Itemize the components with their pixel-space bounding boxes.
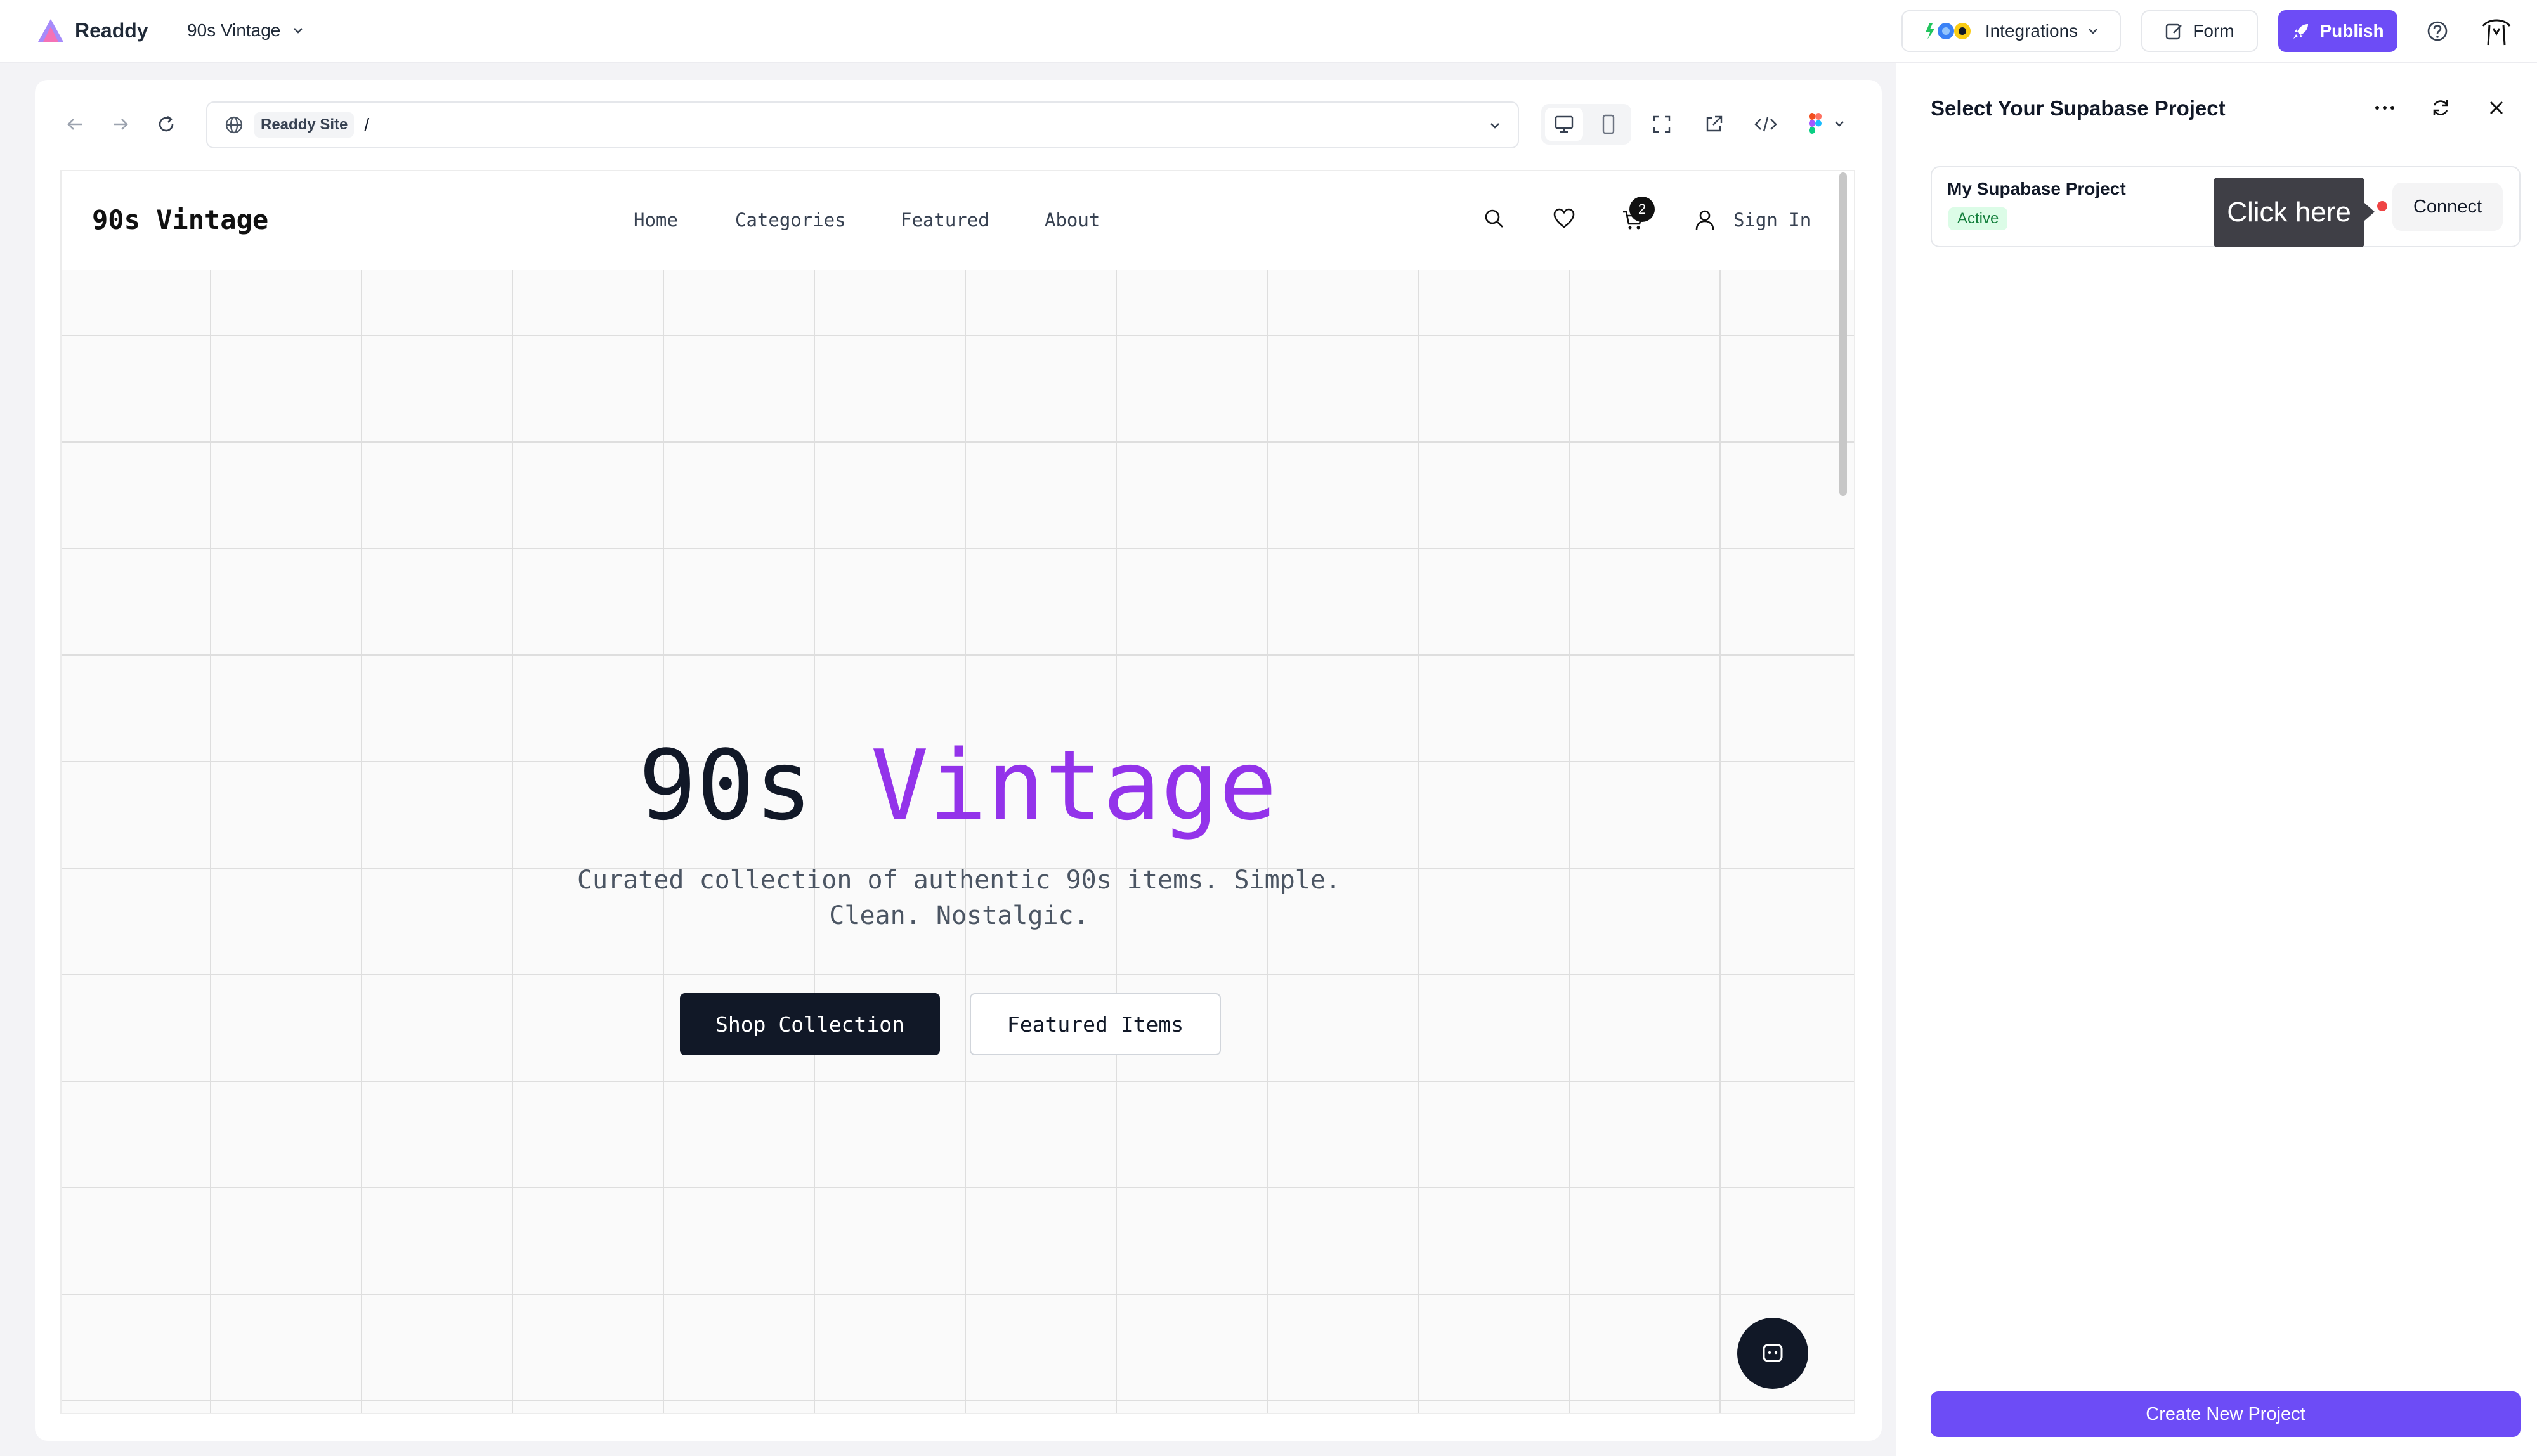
hero-title-main: 90s <box>638 729 813 842</box>
grid-background <box>62 270 1854 1413</box>
device-toggle <box>1541 104 1631 145</box>
project-switcher[interactable]: 90s Vintage <box>187 20 304 41</box>
supabase-panel <box>1896 63 2537 1456</box>
chevron-down-icon <box>294 28 303 34</box>
site-preview: 90s Vintage Home Categories Featured Abo… <box>60 170 1855 1414</box>
chat-button[interactable] <box>1737 1318 1808 1389</box>
create-new-project-button[interactable]: Create New Project <box>1931 1391 2521 1437</box>
more-options-icon[interactable] <box>2371 95 2399 120</box>
sign-in-link[interactable]: Sign In <box>1733 209 1811 231</box>
integrations-button[interactable]: Integrations <box>1901 10 2121 52</box>
connect-button[interactable]: Connect <box>2392 183 2503 231</box>
site-chip: Readdy Site <box>254 112 355 138</box>
nav-home[interactable]: Home <box>634 209 678 231</box>
site-header: 90s Vintage Home Categories Featured Abo… <box>62 171 1854 270</box>
edit-form-icon <box>2166 23 2182 40</box>
heart-icon[interactable] <box>1551 205 1577 232</box>
mobile-icon[interactable] <box>1589 108 1627 141</box>
desktop-icon[interactable] <box>1545 108 1583 141</box>
globe-icon <box>225 116 243 134</box>
figma-icon[interactable] <box>1805 110 1856 138</box>
readdy-logo-icon <box>38 19 63 42</box>
form-button[interactable]: Form <box>2141 10 2258 52</box>
integrations-icon <box>1925 23 1971 39</box>
indicator-dot <box>2377 201 2387 211</box>
brand[interactable]: Readdy <box>37 18 148 43</box>
nav-featured[interactable]: Featured <box>901 209 989 231</box>
help-icon[interactable] <box>2424 18 2451 44</box>
url-bar[interactable]: Readdy Site / <box>206 101 1519 148</box>
nav-categories[interactable]: Categories <box>735 209 846 231</box>
project-name: 90s Vintage <box>187 20 281 40</box>
publish-button[interactable]: Publish <box>2278 10 2397 52</box>
avatar[interactable] <box>2479 14 2514 49</box>
shop-collection-button[interactable]: Shop Collection <box>680 993 940 1055</box>
fullscreen-icon[interactable] <box>1649 112 1674 137</box>
nav-about[interactable]: About <box>1045 209 1100 231</box>
chevron-down-icon <box>2089 29 2098 34</box>
integrations-label: Integrations <box>1985 21 2078 41</box>
project-name: My Supabase Project <box>1947 179 2126 198</box>
cart-count-badge: 2 <box>1629 197 1655 222</box>
user-icon[interactable] <box>1692 207 1718 233</box>
close-icon[interactable] <box>2484 95 2509 120</box>
hero-title: 90s Vintage <box>62 729 1854 842</box>
publish-label: Publish <box>2319 21 2384 41</box>
panel-title: Select Your Supabase Project <box>1931 96 2226 120</box>
preview-scrollbar[interactable] <box>1839 172 1847 496</box>
refresh-icon[interactable] <box>2427 95 2455 120</box>
reload-icon[interactable] <box>153 112 179 137</box>
back-arrow-icon[interactable] <box>62 112 88 137</box>
status-badge: Active <box>1948 207 2008 230</box>
form-label: Form <box>2193 21 2234 41</box>
search-icon[interactable] <box>1481 205 1508 232</box>
click-here-tooltip: Click here <box>2214 178 2375 247</box>
brand-name: Readdy <box>75 18 148 42</box>
top-bar: Readdy 90s Vintage Integrations Form Pub… <box>0 0 2537 63</box>
chevron-down-icon[interactable] <box>1489 119 1501 132</box>
open-external-icon[interactable] <box>1701 112 1726 137</box>
url-path: / <box>364 115 370 134</box>
hero-title-accent: Vintage <box>870 729 1277 842</box>
rocket-icon <box>2293 24 2309 39</box>
site-logo[interactable]: 90s Vintage <box>92 204 268 235</box>
featured-items-button[interactable]: Featured Items <box>970 993 1221 1055</box>
hero-subtitle: Curated collection of authentic 90s item… <box>577 866 1341 930</box>
chat-icon <box>1763 1344 1783 1362</box>
forward-arrow-icon[interactable] <box>108 112 133 137</box>
code-icon[interactable] <box>1752 112 1780 137</box>
